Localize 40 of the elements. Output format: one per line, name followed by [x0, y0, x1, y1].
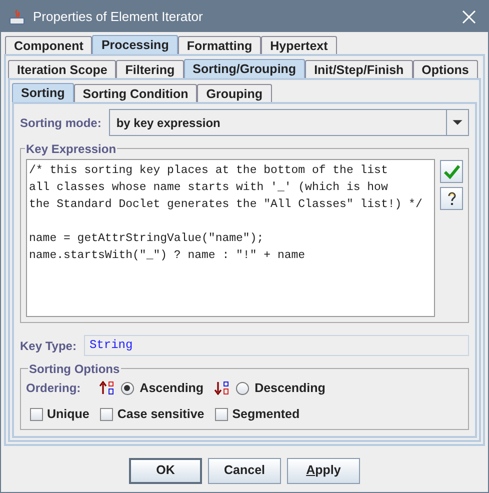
checkbox-label[interactable]: Case sensitive: [117, 404, 204, 424]
checkmark-icon: [444, 164, 460, 178]
dialog-button[interactable]: OK: [129, 458, 202, 484]
apply-expression-button[interactable]: [440, 160, 463, 183]
tab[interactable]: Sorting: [12, 83, 74, 102]
code-editor[interactable]: /* this sorting key places at the bottom of the list all classes whose name starts with '_' (which is how the Standard Doclet generates the "All Classes" list!) */ name = getAttrStringValue("name"); name.startsWith("_") ? name : "!" + name: [26, 159, 435, 317]
tab[interactable]: Hypertext: [261, 36, 337, 54]
field-label: Key Type:: [20, 338, 76, 354]
window-title: Properties of Element Iterator: [33, 8, 204, 26]
close-icon[interactable]: [462, 10, 476, 24]
field-label: Ordering:: [26, 380, 81, 398]
tab[interactable]: Filtering: [116, 60, 184, 78]
tab[interactable]: Init/Step/Finish: [305, 60, 413, 78]
sort-ascending-icon: [98, 381, 115, 396]
tab[interactable]: Iteration Scope: [8, 60, 116, 78]
question-mark-icon: [446, 192, 456, 206]
checkbox[interactable]: [215, 408, 228, 421]
dialog-button[interactable]: Apply: [287, 458, 360, 484]
radio-label[interactable]: Descending: [254, 379, 326, 398]
sort-descending-icon: [214, 381, 230, 396]
key-type-field: String: [84, 335, 469, 356]
field-label: Sorting mode:: [20, 114, 102, 132]
tab[interactable]: Component: [5, 36, 92, 54]
help-button[interactable]: [440, 187, 463, 210]
radio-label[interactable]: Ascending: [140, 379, 204, 398]
tab[interactable]: Formatting: [178, 36, 262, 54]
tab[interactable]: Sorting/Grouping: [184, 59, 306, 78]
tab[interactable]: Sorting Condition: [74, 84, 198, 102]
tab[interactable]: Options: [412, 60, 478, 78]
dialog-button[interactable]: Cancel: [208, 458, 281, 484]
app-icon: [9, 8, 25, 24]
checkbox-label[interactable]: Segmented: [232, 404, 300, 424]
sorting-mode-dropdown[interactable]: by key expression: [109, 109, 469, 136]
tab[interactable]: Grouping: [197, 84, 272, 102]
checkbox[interactable]: [100, 408, 114, 421]
radio-button[interactable]: [120, 382, 134, 395]
tab[interactable]: Processing: [92, 35, 178, 54]
checkbox-label[interactable]: Unique: [47, 404, 90, 424]
radio-button[interactable]: [236, 382, 249, 395]
checkbox[interactable]: [30, 408, 43, 421]
